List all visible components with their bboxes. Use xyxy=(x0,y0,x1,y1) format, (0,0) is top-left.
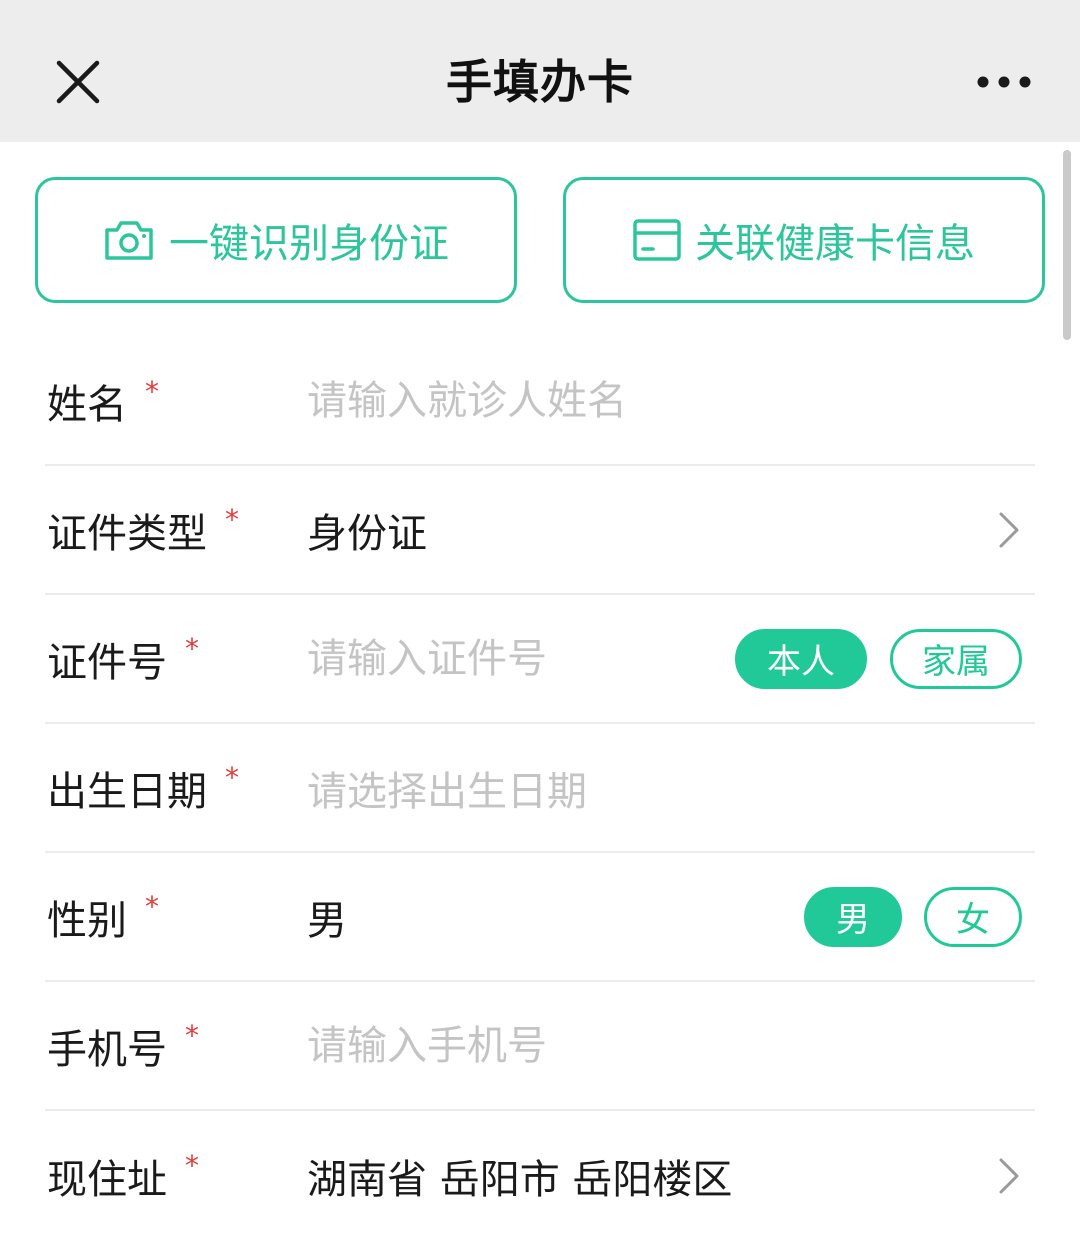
gender-label-text: 性别 xyxy=(47,897,127,944)
id-type-chevron xyxy=(997,510,1021,550)
relation-self-button[interactable]: 本人 xyxy=(735,628,867,689)
more-options-button[interactable] xyxy=(976,70,1032,94)
form-row-gender: 性别 * 男 男 女 xyxy=(45,853,1035,982)
birth-date-label-text: 出生日期 xyxy=(47,768,207,815)
birth-date-label: 出生日期 * xyxy=(47,724,239,851)
id-number-label-text: 证件号 xyxy=(47,639,167,686)
gender-female-button[interactable]: 女 xyxy=(924,886,1022,947)
link-health-card-label: 关联健康卡信息 xyxy=(695,221,975,267)
form-row-birth-date[interactable]: 出生日期 * 请选择出生日期 xyxy=(45,724,1035,853)
page-title: 手填办卡 xyxy=(446,55,634,109)
required-mark: * xyxy=(185,1149,199,1182)
id-number-label: 证件号 * xyxy=(47,595,199,722)
gender-label: 性别 * xyxy=(47,853,159,980)
address-chevron xyxy=(997,1156,1021,1196)
card-icon-wrap xyxy=(633,219,681,261)
phone-label-text: 手机号 xyxy=(47,1026,167,1073)
id-type-label-text: 证件类型 xyxy=(47,510,207,557)
link-health-card-button[interactable]: 关联健康卡信息 xyxy=(563,177,1045,303)
address-label: 现住址 * xyxy=(47,1111,199,1240)
scan-id-card-button[interactable]: 一键识别身份证 xyxy=(35,177,517,303)
chevron-right-icon xyxy=(999,512,1019,547)
address-value: 湖南省 岳阳市 岳阳楼区 xyxy=(307,1156,733,1203)
form-row-id-type[interactable]: 证件类型 * 身份证 xyxy=(45,466,1035,595)
birth-date-picker[interactable]: 请选择出生日期 xyxy=(307,724,587,851)
camera-icon-wrap xyxy=(103,218,155,262)
name-input[interactable] xyxy=(307,338,727,464)
form-row-id-number: 证件号 * 本人 家属 xyxy=(45,595,1035,724)
phone-input[interactable] xyxy=(307,982,727,1109)
address-label-text: 现住址 xyxy=(47,1156,167,1203)
scrollbar-thumb[interactable] xyxy=(1063,150,1071,340)
required-mark: * xyxy=(145,890,159,923)
required-mark: * xyxy=(225,503,239,536)
id-type-value: 身份证 xyxy=(307,510,427,557)
form-row-address[interactable]: 现住址 * 湖南省 岳阳市 岳阳楼区 xyxy=(45,1111,1035,1240)
gender-male-button[interactable]: 男 xyxy=(804,886,902,947)
camera-icon xyxy=(105,221,153,260)
scan-id-card-label: 一键识别身份证 xyxy=(169,221,449,267)
required-mark: * xyxy=(185,632,199,665)
phone-label: 手机号 * xyxy=(47,982,199,1109)
more-dots-icon xyxy=(977,76,1031,88)
form-row-phone: 手机号 * xyxy=(45,982,1035,1111)
name-label: 姓名 * xyxy=(47,338,159,464)
name-label-text: 姓名 xyxy=(47,382,127,428)
id-type-label: 证件类型 * xyxy=(47,466,239,593)
required-mark: * xyxy=(185,1019,199,1052)
required-mark: * xyxy=(225,761,239,794)
form-row-name: 姓名 * xyxy=(45,338,1035,466)
gender-value: 男 xyxy=(307,897,347,944)
header-bar: 手填办卡 xyxy=(0,0,1080,142)
registration-form: 姓名 * 证件类型 * 身份证 证件号 * 本人 家属 出生日期 * 请选择出生… xyxy=(0,338,1080,1240)
relation-family-button[interactable]: 家属 xyxy=(890,628,1022,689)
id-number-input[interactable] xyxy=(307,595,707,722)
card-icon xyxy=(633,219,681,261)
required-mark: * xyxy=(145,374,159,408)
chevron-right-icon xyxy=(999,1158,1019,1193)
